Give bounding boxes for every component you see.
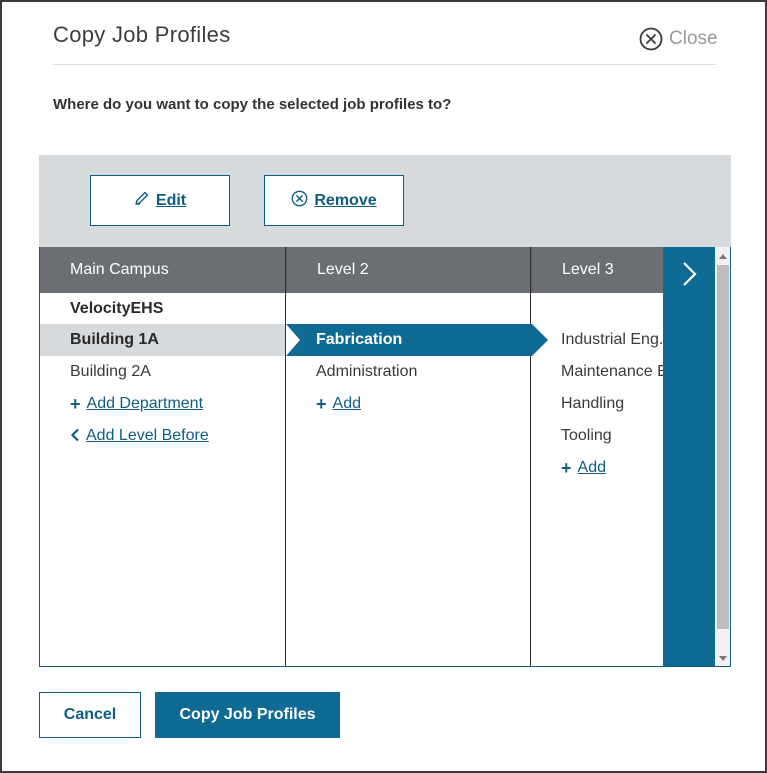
plus-icon: + bbox=[561, 458, 572, 478]
add-level-before-link[interactable]: Add Level Before bbox=[40, 420, 285, 452]
list-item-selected-fabrication[interactable]: Fabrication bbox=[286, 324, 548, 356]
column-level-3: Level 3 Industrial Eng. Maintenance E Ha… bbox=[531, 247, 671, 666]
list-item[interactable]: Tooling bbox=[531, 420, 671, 452]
close-button[interactable]: Close bbox=[639, 26, 718, 52]
plus-icon: + bbox=[70, 394, 81, 414]
edit-label: Edit bbox=[155, 191, 187, 209]
list-item[interactable]: Industrial Eng. bbox=[531, 324, 671, 356]
copy-job-profiles-button[interactable]: Copy Job Profiles bbox=[155, 692, 340, 738]
list-item[interactable]: Handling bbox=[531, 388, 671, 420]
scroll-thumb[interactable] bbox=[717, 265, 729, 629]
add-level-before-label: Add Level Before bbox=[86, 427, 209, 444]
column-main-campus: Main Campus VelocityEHS Building 1A Buil… bbox=[40, 247, 286, 666]
close-circle-icon bbox=[639, 27, 663, 51]
list-item[interactable]: Building 2A bbox=[40, 356, 285, 388]
list-item[interactable]: VelocityEHS bbox=[40, 293, 285, 325]
level-columns: Main Campus VelocityEHS Building 1A Buil… bbox=[39, 247, 731, 667]
next-level-button[interactable] bbox=[663, 247, 715, 666]
remove-circle-icon bbox=[291, 190, 308, 212]
add-department-label: Add Department bbox=[86, 395, 204, 412]
remove-button[interactable]: Remove bbox=[264, 175, 404, 226]
title-divider bbox=[53, 64, 716, 65]
list-item[interactable]: Administration bbox=[286, 356, 530, 388]
add-link[interactable]: + Add bbox=[286, 388, 530, 420]
edit-button[interactable]: Edit bbox=[90, 175, 230, 226]
destination-question: Where do you want to copy the selected j… bbox=[53, 96, 452, 113]
column-level-2: Level 2 Administration + Add bbox=[286, 247, 531, 666]
scroll-up-icon[interactable] bbox=[715, 249, 730, 263]
plus-icon: + bbox=[316, 394, 327, 414]
cancel-button[interactable]: Cancel bbox=[39, 692, 141, 738]
add-label: Add bbox=[332, 395, 361, 412]
dialog-title: Copy Job Profiles bbox=[53, 22, 231, 47]
close-label: Close bbox=[669, 28, 718, 49]
chevron-left-icon bbox=[70, 427, 80, 445]
hierarchy-toolbar: Edit Remove bbox=[39, 155, 731, 247]
column-header: Level 3 bbox=[531, 247, 671, 293]
column-header: Level 2 bbox=[286, 247, 530, 293]
list-item[interactable]: Maintenance E bbox=[531, 356, 671, 388]
copy-job-profiles-dialog: Copy Job Profiles Close Where do you wan… bbox=[0, 0, 767, 773]
fabrication-label: Fabrication bbox=[316, 331, 403, 348]
pencil-icon bbox=[134, 190, 150, 211]
list-item-selected[interactable]: Building 1A bbox=[40, 324, 285, 356]
vertical-scrollbar[interactable] bbox=[715, 247, 730, 666]
remove-label: Remove bbox=[314, 191, 377, 209]
add-label: Add bbox=[577, 459, 606, 476]
add-link[interactable]: + Add bbox=[531, 452, 671, 484]
column-header: Main Campus bbox=[40, 247, 285, 293]
add-department-link[interactable]: + Add Department bbox=[40, 388, 285, 420]
hierarchy-panel: Edit Remove Main Campus VelocityEHS Buil… bbox=[39, 155, 731, 667]
scroll-down-icon[interactable] bbox=[715, 651, 730, 665]
